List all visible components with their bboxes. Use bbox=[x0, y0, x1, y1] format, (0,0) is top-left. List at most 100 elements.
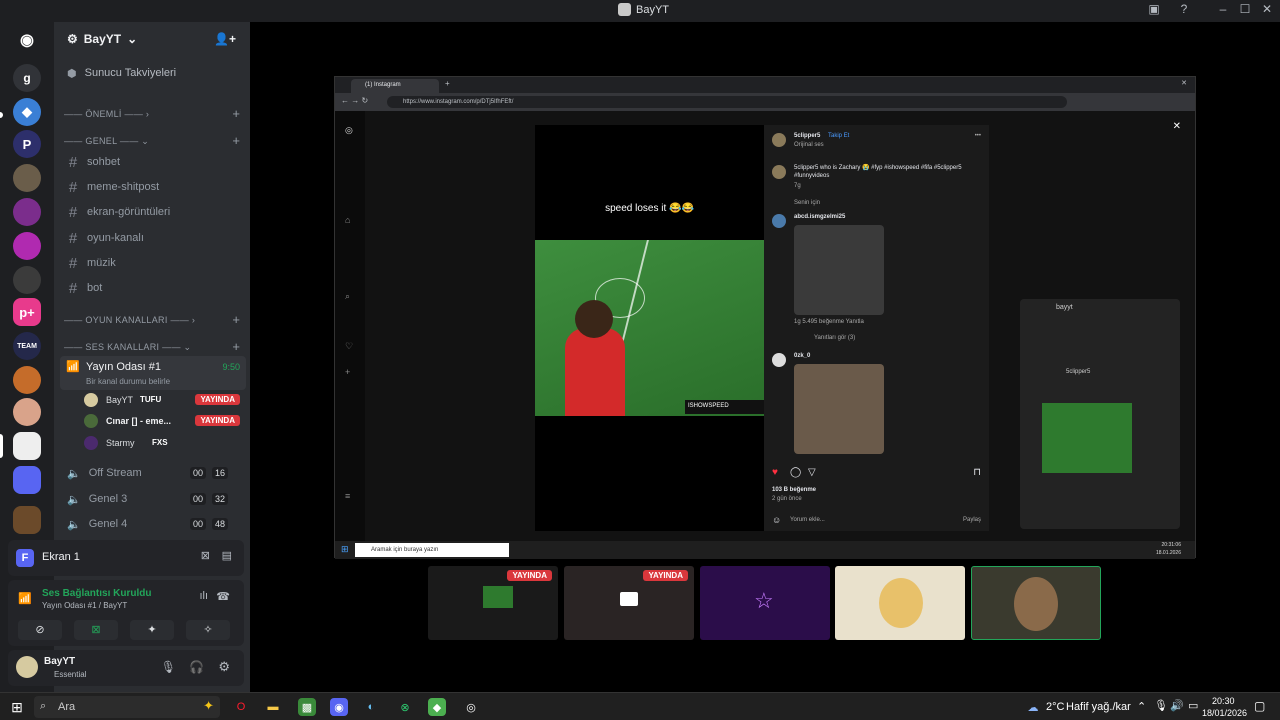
add-channel-icon[interactable]: + bbox=[232, 339, 240, 354]
server-icon-3[interactable] bbox=[13, 164, 41, 192]
mic-tray-icon[interactable]: 🎙 bbox=[1154, 699, 1168, 712]
headphones-icon[interactable]: 🎧 bbox=[189, 660, 204, 674]
server-boosts[interactable]: ⬢ Sunucu Takviyeleri bbox=[62, 62, 242, 84]
speaker-icon: 🔈 bbox=[67, 467, 81, 480]
stop-stream-icon[interactable]: ⊠ bbox=[201, 549, 210, 562]
server-header[interactable]: ⚙ BayYT ⌄ 👤+ bbox=[54, 22, 250, 56]
hash-icon: # bbox=[68, 279, 78, 297]
voice-member[interactable]: Cınar [] - eme... YAYINDA bbox=[84, 414, 244, 430]
discord-home-icon[interactable]: ◉ bbox=[13, 26, 41, 54]
add-channel-icon[interactable]: + bbox=[232, 312, 240, 327]
server-icon-8[interactable]: TEAM bbox=[13, 332, 41, 360]
popup-user-2: 5clipper5 bbox=[1066, 369, 1091, 375]
noise-suppression-icon[interactable]: ılı bbox=[199, 590, 208, 602]
user-count: 00 bbox=[189, 518, 206, 530]
channel-status-hint[interactable]: Bir kanal durumu belirle bbox=[86, 377, 170, 386]
weather-text[interactable]: Hafif yağ./kar bbox=[1066, 701, 1131, 713]
channel-meme-shitpost[interactable]: # meme-shitpost bbox=[62, 176, 242, 198]
server-icon-diamond[interactable]: ◆ bbox=[13, 98, 41, 126]
channel-bot[interactable]: # bot bbox=[62, 277, 242, 299]
stream-settings-icon[interactable]: ▤ bbox=[222, 549, 232, 562]
steam-icon[interactable]: ◐ bbox=[362, 698, 380, 716]
settings-gear-icon[interactable]: ⚙ bbox=[218, 659, 230, 675]
file-explorer-icon[interactable]: ▬ bbox=[264, 698, 282, 716]
user-name: BayYT bbox=[44, 656, 76, 667]
windows-start-icon[interactable]: ⊞ bbox=[8, 698, 26, 716]
speaker-icon: 🔈 bbox=[67, 518, 81, 531]
server-icon-4[interactable] bbox=[13, 198, 41, 226]
participant-tile[interactable] bbox=[835, 566, 965, 640]
stream-thumbnail[interactable]: YAYINDA bbox=[564, 566, 694, 640]
taskbar-search[interactable]: ⌕ Ara ✦ bbox=[34, 696, 220, 718]
server-folder-1[interactable] bbox=[13, 466, 41, 494]
microphone-icon[interactable]: 🎙 bbox=[161, 660, 176, 674]
obs-icon[interactable]: ◎ bbox=[462, 698, 480, 716]
voice-channel-genel-3[interactable]: 🔈 Genel 3 00 32 bbox=[62, 488, 242, 510]
maximize-button[interactable]: ☐ bbox=[1236, 2, 1254, 16]
server-icon-5[interactable] bbox=[13, 232, 41, 260]
discord-taskbar-icon[interactable]: ◉ bbox=[330, 698, 348, 716]
opera-gx-icon[interactable]: O bbox=[232, 698, 250, 716]
category-voice[interactable]: —— SES KANALLARI —— ⌄ bbox=[64, 342, 191, 353]
voice-member[interactable]: Starmy FXS bbox=[84, 436, 244, 452]
server-icon-p[interactable]: P bbox=[13, 130, 41, 158]
invite-icon[interactable]: 👤+ bbox=[214, 32, 236, 46]
avatar bbox=[772, 133, 786, 147]
screen-share-icon[interactable]: ⊠ bbox=[74, 620, 118, 640]
add-channel-icon[interactable]: + bbox=[232, 106, 240, 121]
participant-tile[interactable] bbox=[971, 566, 1101, 640]
clock-time[interactable]: 20:30 bbox=[1212, 696, 1235, 706]
channel-label: meme-shitpost bbox=[87, 181, 160, 193]
channel-muzik[interactable]: # müzik bbox=[62, 252, 242, 274]
help-icon[interactable]: ? bbox=[1175, 2, 1193, 16]
chevron-down-icon: ⌄ bbox=[127, 32, 138, 46]
voice-channel-active[interactable]: 📶 Yayın Odası #1 9:50 Bir kanal durumu b… bbox=[60, 356, 246, 390]
volume-icon[interactable]: 🔊 bbox=[1170, 699, 1184, 712]
voice-channel-genel-4[interactable]: 🔈 Genel 4 00 48 bbox=[62, 513, 242, 535]
clock-date[interactable]: 18/01/2026 bbox=[1202, 708, 1247, 718]
game-launcher-icon[interactable]: ◆ bbox=[428, 698, 446, 716]
search-icon: ⌕ bbox=[345, 291, 351, 301]
category-general[interactable]: —— GENEL —— ⌄ bbox=[64, 136, 149, 147]
heart-icon: ♡ bbox=[345, 341, 354, 351]
weather-icon[interactable]: ☁ bbox=[1024, 698, 1042, 716]
connection-status[interactable]: Ses Bağlantısı Kuruldu bbox=[42, 588, 151, 599]
activities-icon[interactable]: ✦ bbox=[130, 620, 174, 640]
disconnect-icon[interactable]: ☎ bbox=[216, 590, 230, 603]
more-icon: ••• bbox=[974, 133, 981, 139]
voice-member[interactable]: BayYT TUFU YAYINDA bbox=[84, 393, 244, 409]
server-icon-g[interactable]: g bbox=[13, 64, 41, 92]
inbox-icon[interactable]: ▣ bbox=[1145, 2, 1163, 16]
close-button[interactable]: ✕ bbox=[1258, 2, 1276, 16]
channel-ekran-goruntuleri[interactable]: # ekran-görüntüleri bbox=[62, 201, 242, 223]
voice-channel-off-stream[interactable]: 🔈 Off Stream 00 16 bbox=[62, 462, 242, 484]
stream-thumbnail[interactable]: YAYINDA bbox=[428, 566, 558, 640]
notification-icon[interactable]: ▢ bbox=[1254, 699, 1265, 713]
channel-oyun-kanali[interactable]: # oyun-kanalı bbox=[62, 227, 242, 249]
server-folder-2[interactable] bbox=[13, 506, 41, 534]
server-name: BayYT bbox=[83, 32, 122, 46]
participant-tile[interactable]: ☆ bbox=[700, 566, 830, 640]
soundboard-icon[interactable]: ✧ bbox=[186, 620, 230, 640]
category-game[interactable]: —— OYUN KANALLARI —— › bbox=[64, 315, 195, 325]
minecraft-icon[interactable]: ▩ bbox=[298, 698, 316, 716]
copilot-sparkle-icon: ✦ bbox=[203, 698, 214, 713]
server-icon-6[interactable] bbox=[13, 266, 41, 294]
xbox-icon[interactable]: ⊗ bbox=[396, 698, 414, 716]
category-important[interactable]: —— ÖNEMLİ —— › bbox=[64, 109, 149, 119]
server-icon-p-plus[interactable]: p+ bbox=[13, 298, 41, 326]
browser-tab-bar: (1) Instagram + ✕ bbox=[335, 77, 1195, 93]
connection-detail[interactable]: Yayın Odası #1 / BayYT bbox=[42, 601, 127, 610]
avatar bbox=[772, 165, 786, 179]
channel-sohbet[interactable]: # sohbet bbox=[62, 151, 242, 173]
weather-temp[interactable]: 2°C bbox=[1046, 701, 1064, 713]
avatar[interactable] bbox=[16, 656, 38, 678]
network-icon[interactable]: ▭ bbox=[1188, 699, 1198, 712]
camera-off-icon[interactable]: ⊘ bbox=[18, 620, 62, 640]
server-icon-9[interactable] bbox=[13, 366, 41, 394]
server-icon-10[interactable] bbox=[13, 398, 41, 426]
add-channel-icon[interactable]: + bbox=[232, 133, 240, 148]
server-icon-active[interactable] bbox=[13, 432, 41, 460]
minimize-button[interactable]: – bbox=[1214, 2, 1232, 16]
tray-chevron-icon[interactable]: ⌃ bbox=[1137, 700, 1146, 713]
